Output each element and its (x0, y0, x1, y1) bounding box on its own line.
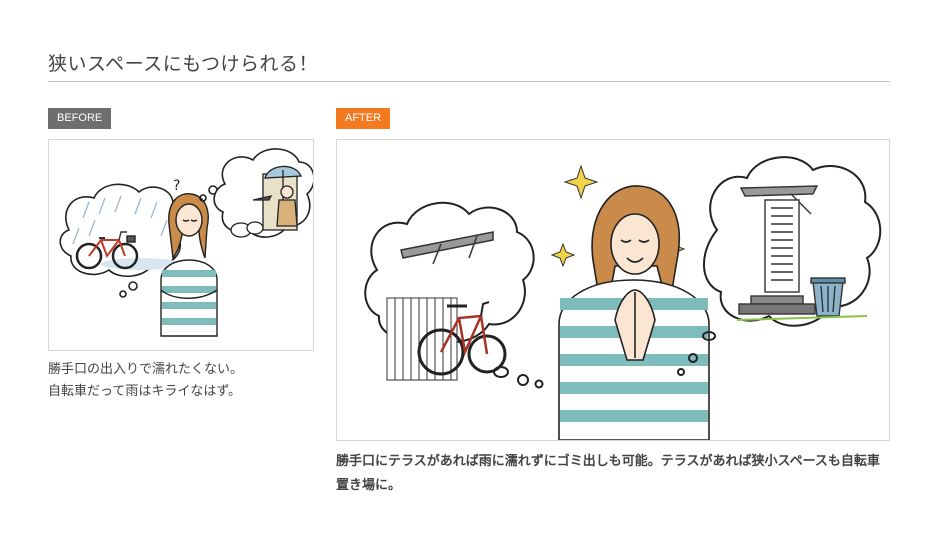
before-illustration-drawing: ? (59, 148, 313, 337)
after-illustration (336, 139, 890, 441)
after-badge: AFTER (336, 108, 391, 129)
before-caption-line: 自転車だって雨はキライなはず。 (48, 384, 242, 399)
before-caption-line: 勝手口の出入りで濡れたくない。 (48, 362, 244, 377)
woman-happy (558, 185, 710, 440)
after-illustration-drawing (364, 156, 882, 440)
title-divider (48, 81, 890, 82)
trash-can-icon (810, 277, 846, 317)
before-caption: 勝手口の出入りで濡れたくない。 自転車だって雨はキライなはず。 (48, 359, 316, 403)
svg-text:?: ? (173, 178, 180, 194)
before-badge: BEFORE (48, 108, 112, 129)
before-illustration: ? (48, 139, 314, 351)
after-caption: 勝手口にテラスがあれば雨に濡れずにゴミ出しも可能。テラスがあれば狭小スペースも自… (336, 454, 880, 493)
section-title: 狭いスペースにもつけられる！ (48, 53, 318, 75)
